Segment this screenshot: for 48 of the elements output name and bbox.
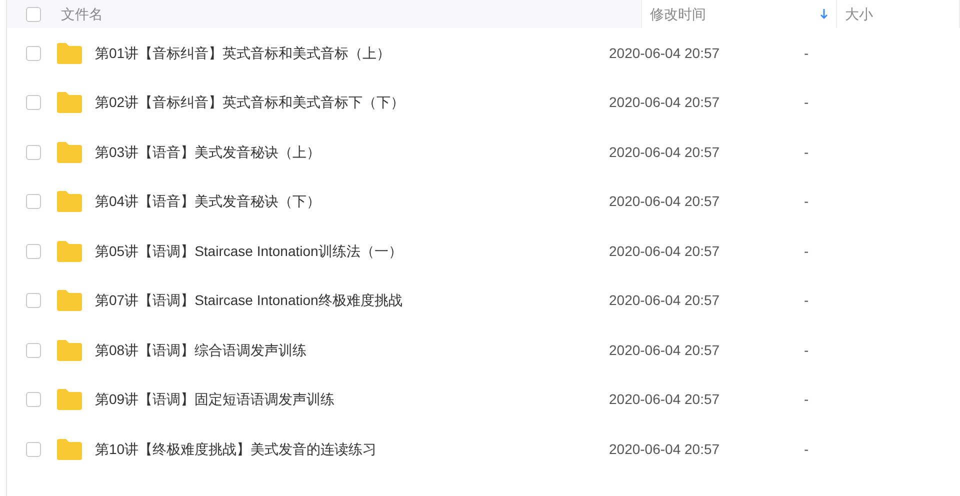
file-name[interactable]: 第03讲【语音】美式发音秘诀（上） (95, 144, 321, 160)
modified-time: 2020-06-04 20:57 (609, 292, 720, 308)
checkbox[interactable] (26, 95, 40, 110)
folder-icon (57, 290, 82, 311)
file-size: - (804, 144, 809, 160)
folder-icon (57, 92, 82, 113)
column-header[interactable]: 修改时间 (641, 0, 836, 28)
checkbox[interactable] (26, 392, 40, 407)
modified-time: 2020-06-04 20:57 (609, 242, 720, 258)
folder-icon (57, 142, 82, 162)
folder-icon (57, 389, 82, 410)
file-name[interactable]: 第07讲【语调】Staircase Intonation终极难度挑战 (95, 292, 402, 308)
checkbox[interactable] (26, 194, 40, 209)
modified-time: 2020-06-04 20:57 (609, 193, 720, 209)
checkbox[interactable] (26, 293, 40, 308)
file-size: - (804, 342, 809, 358)
modified-time: 2020-06-04 20:57 (609, 144, 720, 160)
file-size: - (804, 242, 809, 258)
checkbox[interactable] (26, 342, 40, 358)
file-name[interactable]: 第10讲【终极难度挑战】美式发音的连读练习 (95, 440, 377, 456)
modified-time: 2020-06-04 20:57 (609, 342, 720, 358)
file-name[interactable]: 第08讲【语调】综合语调发声训练 (95, 342, 307, 358)
file-size: - (804, 391, 809, 407)
file-size: - (804, 94, 809, 110)
modified-time: 2020-06-04 20:57 (609, 391, 720, 407)
folder-icon (57, 191, 82, 212)
file-name[interactable]: 第05讲【语调】Staircase Intonation训练法（一） (95, 242, 402, 258)
folder-icon (57, 42, 82, 64)
file-name[interactable]: 第04讲【语音】美式发音秘诀（下） (95, 193, 321, 209)
file-size: - (804, 292, 809, 308)
checkbox[interactable] (26, 144, 40, 160)
column-header[interactable]: 大小 (836, 0, 959, 28)
checkbox[interactable] (26, 244, 40, 258)
file-size: - (804, 440, 809, 456)
modified-time: 2020-06-04 20:57 (609, 44, 720, 60)
modified-time: 2020-06-04 20:57 (609, 440, 720, 456)
file-size: - (804, 44, 809, 60)
checkbox[interactable] (26, 6, 40, 22)
folder-icon (57, 438, 82, 460)
checkbox[interactable] (26, 442, 40, 456)
file-name[interactable]: 第01讲【音标纠音】英式音标和美式音标（上） (95, 44, 391, 60)
folder-icon (57, 340, 82, 360)
modified-time: 2020-06-04 20:57 (609, 94, 720, 110)
checkbox[interactable] (26, 46, 40, 60)
folder-icon (57, 240, 82, 262)
file-name[interactable]: 第09讲【语调】固定短语语调发声训练 (95, 391, 335, 407)
file-size: - (804, 193, 809, 209)
file-name[interactable]: 第02讲【音标纠音】英式音标和美式音标下（下） (95, 94, 405, 110)
